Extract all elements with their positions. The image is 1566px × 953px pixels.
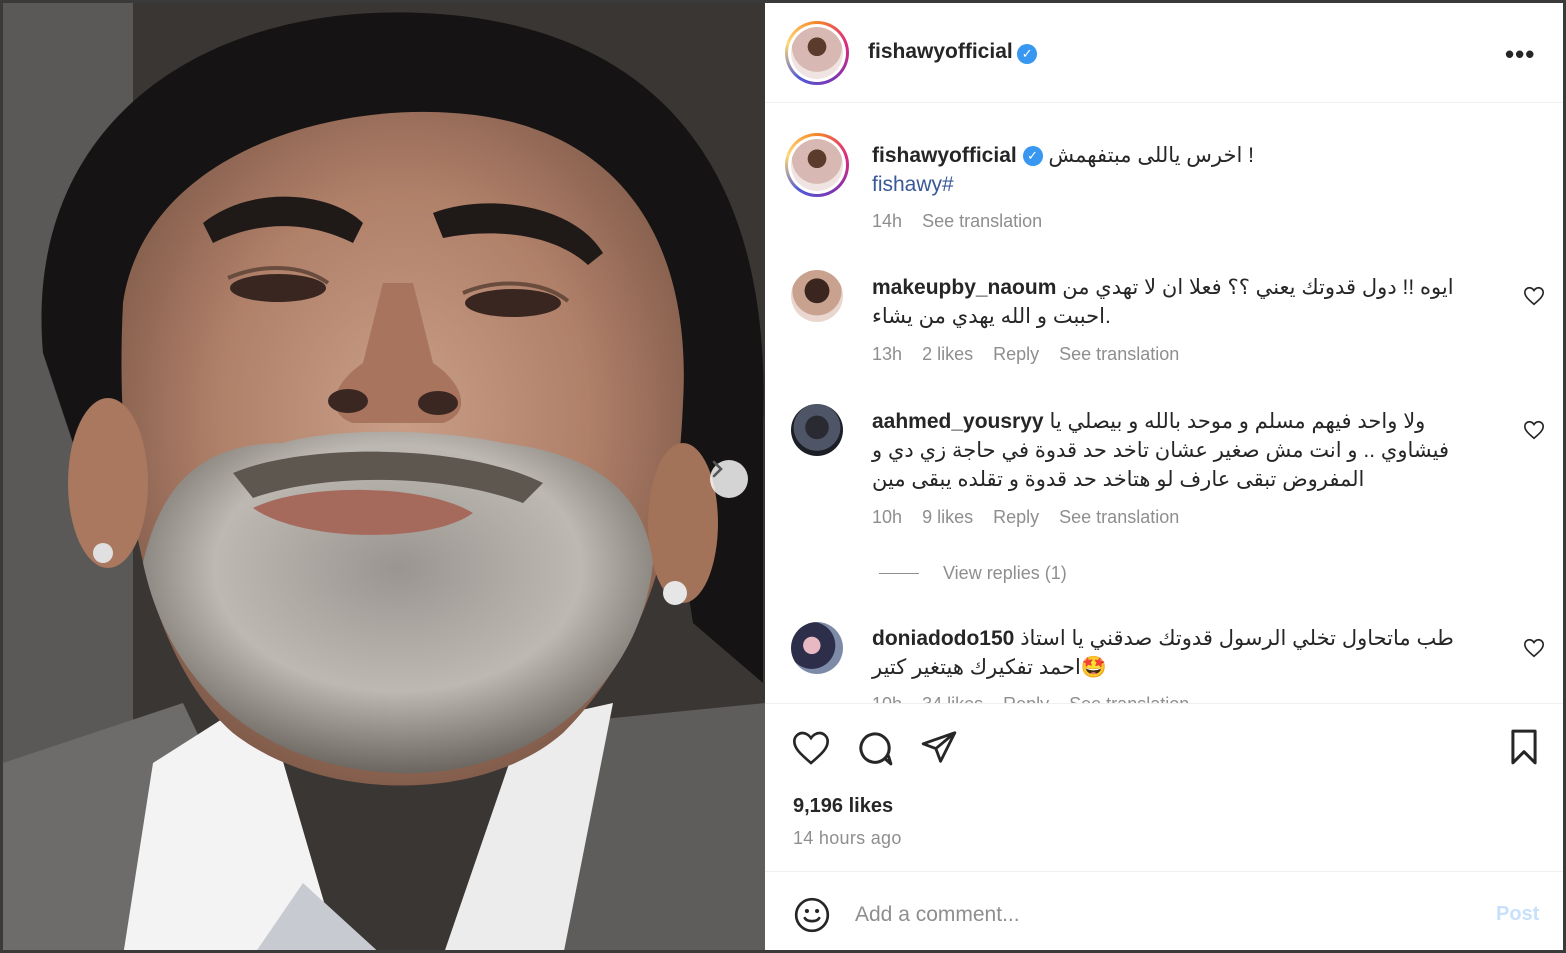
comment-likes[interactable]: 9 likes <box>922 507 973 527</box>
replies-divider <box>879 573 919 574</box>
share-send-icon[interactable] <box>920 728 958 766</box>
see-translation-link[interactable]: See translation <box>1059 507 1179 527</box>
like-comment-heart-icon[interactable] <box>1523 285 1545 307</box>
comment-time: 13h <box>872 344 903 364</box>
comment-likes[interactable]: 2 likes <box>922 344 973 364</box>
comment-meta: 13h 2 likes Reply See translation <box>872 344 1194 365</box>
like-heart-icon[interactable] <box>791 728 831 768</box>
caption-text: fishawyofficial ✓ اخرس ياللى مبتفهمش ! <box>872 141 1254 170</box>
reply-button[interactable]: Reply <box>993 344 1039 364</box>
comment-text: aahmed_yousryy ولا واحد فيهم مسلم و موحد… <box>872 407 1425 436</box>
comment-bubble-icon[interactable] <box>855 728 895 768</box>
chevron-right-icon <box>712 460 723 478</box>
comment-time: 10h <box>872 507 903 527</box>
comment-body-line: احمد تفكيرك هيتغير كتير🤩 <box>872 656 1107 679</box>
see-translation-link[interactable]: See translation <box>1059 344 1179 364</box>
like-comment-heart-icon[interactable] <box>1523 419 1545 441</box>
author-avatar[interactable] <box>785 21 849 85</box>
post-time-ago: 14 hours ago <box>793 828 902 848</box>
comment-meta: 10h 9 likes Reply See translation <box>872 507 1194 528</box>
add-comment-bar: Post <box>765 871 1563 950</box>
see-translation-link[interactable]: See translation <box>922 211 1042 231</box>
comment-avatar[interactable] <box>791 404 843 456</box>
comment-text: doniadodo150 طب ماتحاول تخلي الرسول قدوت… <box>872 624 1454 653</box>
comment-avatar[interactable] <box>791 622 843 674</box>
comment-body-line: ايوه !! دول قدوتك يعني ؟؟ فعلا ان لا تهد… <box>1062 276 1454 299</box>
comment-body-line: فيشاوي .. و انت مش صغير عشان تاخد حد قدو… <box>872 439 1449 462</box>
comments-list: fishawyofficial ✓ اخرس ياللى مبتفهمش ! f… <box>765 104 1563 704</box>
comment-username[interactable]: aahmed_yousryy <box>872 410 1044 433</box>
comment-text: makeupby_naoum ايوه !! دول قدوتك يعني ؟؟… <box>872 273 1454 302</box>
add-comment-input[interactable] <box>855 900 1455 930</box>
portrait-illustration <box>3 3 765 950</box>
emoji-smiley-icon[interactable] <box>793 896 831 934</box>
caption-body: اخرس ياللى مبتفهمش ! <box>1048 144 1255 167</box>
comment-avatar[interactable] <box>791 270 843 322</box>
post-comment-button[interactable]: Post <box>1496 903 1539 926</box>
next-image-button[interactable] <box>710 460 748 498</box>
save-bookmark-icon[interactable] <box>1505 728 1543 766</box>
author-username[interactable]: fishawyofficial <box>868 40 1013 63</box>
post-actions: 9,196 likes 14 hours ago <box>765 703 1563 871</box>
instagram-post-window: fishawyofficial ✓ ••• fishawyofficial ✓ … <box>0 0 1566 953</box>
caption-username[interactable]: fishawyofficial <box>872 144 1017 167</box>
caption-time: 14h <box>872 211 903 231</box>
like-comment-heart-icon[interactable] <box>1523 637 1545 659</box>
post-sidebar: fishawyofficial ✓ ••• fishawyofficial ✓ … <box>765 3 1563 950</box>
comment-body-line: المفروض تبقى عارف لو هتاخد حد قدوة و تقل… <box>872 468 1365 491</box>
verified-badge-icon: ✓ <box>1017 43 1038 64</box>
reply-button[interactable]: Reply <box>993 507 1039 527</box>
caption-meta: 14h See translation <box>872 211 1057 232</box>
likes-count[interactable]: 9,196 likes <box>793 795 893 818</box>
comment-body-line: طب ماتحاول تخلي الرسول قدوتك صدقني يا اس… <box>1020 627 1454 650</box>
comment-body-line: احببت و الله يهدي من يشاء. <box>872 305 1111 328</box>
view-replies-button[interactable]: View replies (1) <box>943 563 1067 584</box>
author-name-row: fishawyofficial ✓ <box>868 40 1038 64</box>
caption-author-avatar[interactable] <box>785 133 849 197</box>
comment-username[interactable]: doniadodo150 <box>872 627 1014 650</box>
post-header: fishawyofficial ✓ ••• <box>765 3 1563 103</box>
comment-body-line: ولا واحد فيهم مسلم و موحد بالله و بيصلي … <box>1049 410 1426 433</box>
post-photo[interactable] <box>3 3 765 950</box>
caption-hashtag[interactable]: fishawy# <box>872 170 954 199</box>
verified-badge-icon: ✓ <box>1022 146 1043 167</box>
more-options-icon[interactable]: ••• <box>1505 39 1535 70</box>
comment-username[interactable]: makeupby_naoum <box>872 276 1056 299</box>
